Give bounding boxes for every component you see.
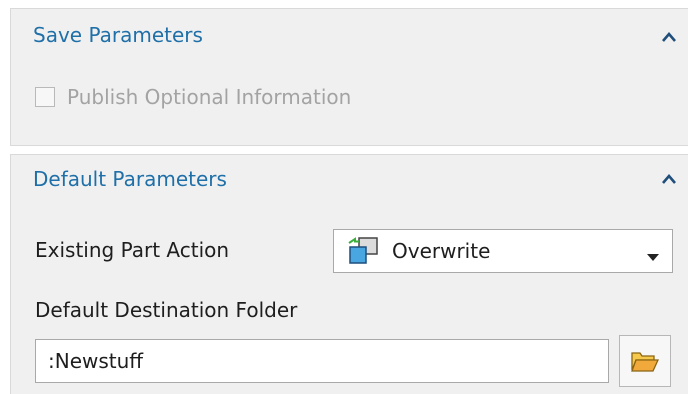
browse-folder-button[interactable] bbox=[619, 335, 671, 387]
existing-part-action-value: Overwrite bbox=[392, 239, 491, 263]
default-destination-folder-input[interactable] bbox=[35, 339, 609, 383]
default-parameters-title: Default Parameters bbox=[33, 167, 227, 191]
existing-part-action-label: Existing Part Action bbox=[35, 238, 230, 262]
save-parameters-collapse-button[interactable] bbox=[658, 27, 680, 49]
save-parameters-panel: Save Parameters Publish Optional Informa… bbox=[10, 8, 688, 146]
publish-optional-information-label: Publish Optional Information bbox=[67, 85, 352, 109]
chevron-up-icon bbox=[662, 174, 676, 184]
default-parameters-collapse-button[interactable] bbox=[658, 169, 680, 191]
folder-icon bbox=[631, 352, 660, 372]
default-destination-folder-label: Default Destination Folder bbox=[35, 298, 298, 322]
default-parameters-panel: Default Parameters Existing Part Action … bbox=[10, 154, 688, 394]
existing-part-action-dropdown[interactable]: Overwrite bbox=[333, 229, 673, 273]
chevron-up-icon bbox=[662, 32, 676, 42]
caret-down-icon bbox=[646, 247, 660, 266]
overwrite-icon bbox=[346, 237, 380, 269]
publish-optional-information-checkbox[interactable] bbox=[35, 87, 55, 107]
save-parameters-title: Save Parameters bbox=[33, 23, 203, 47]
publish-optional-information-row: Publish Optional Information bbox=[35, 85, 351, 109]
